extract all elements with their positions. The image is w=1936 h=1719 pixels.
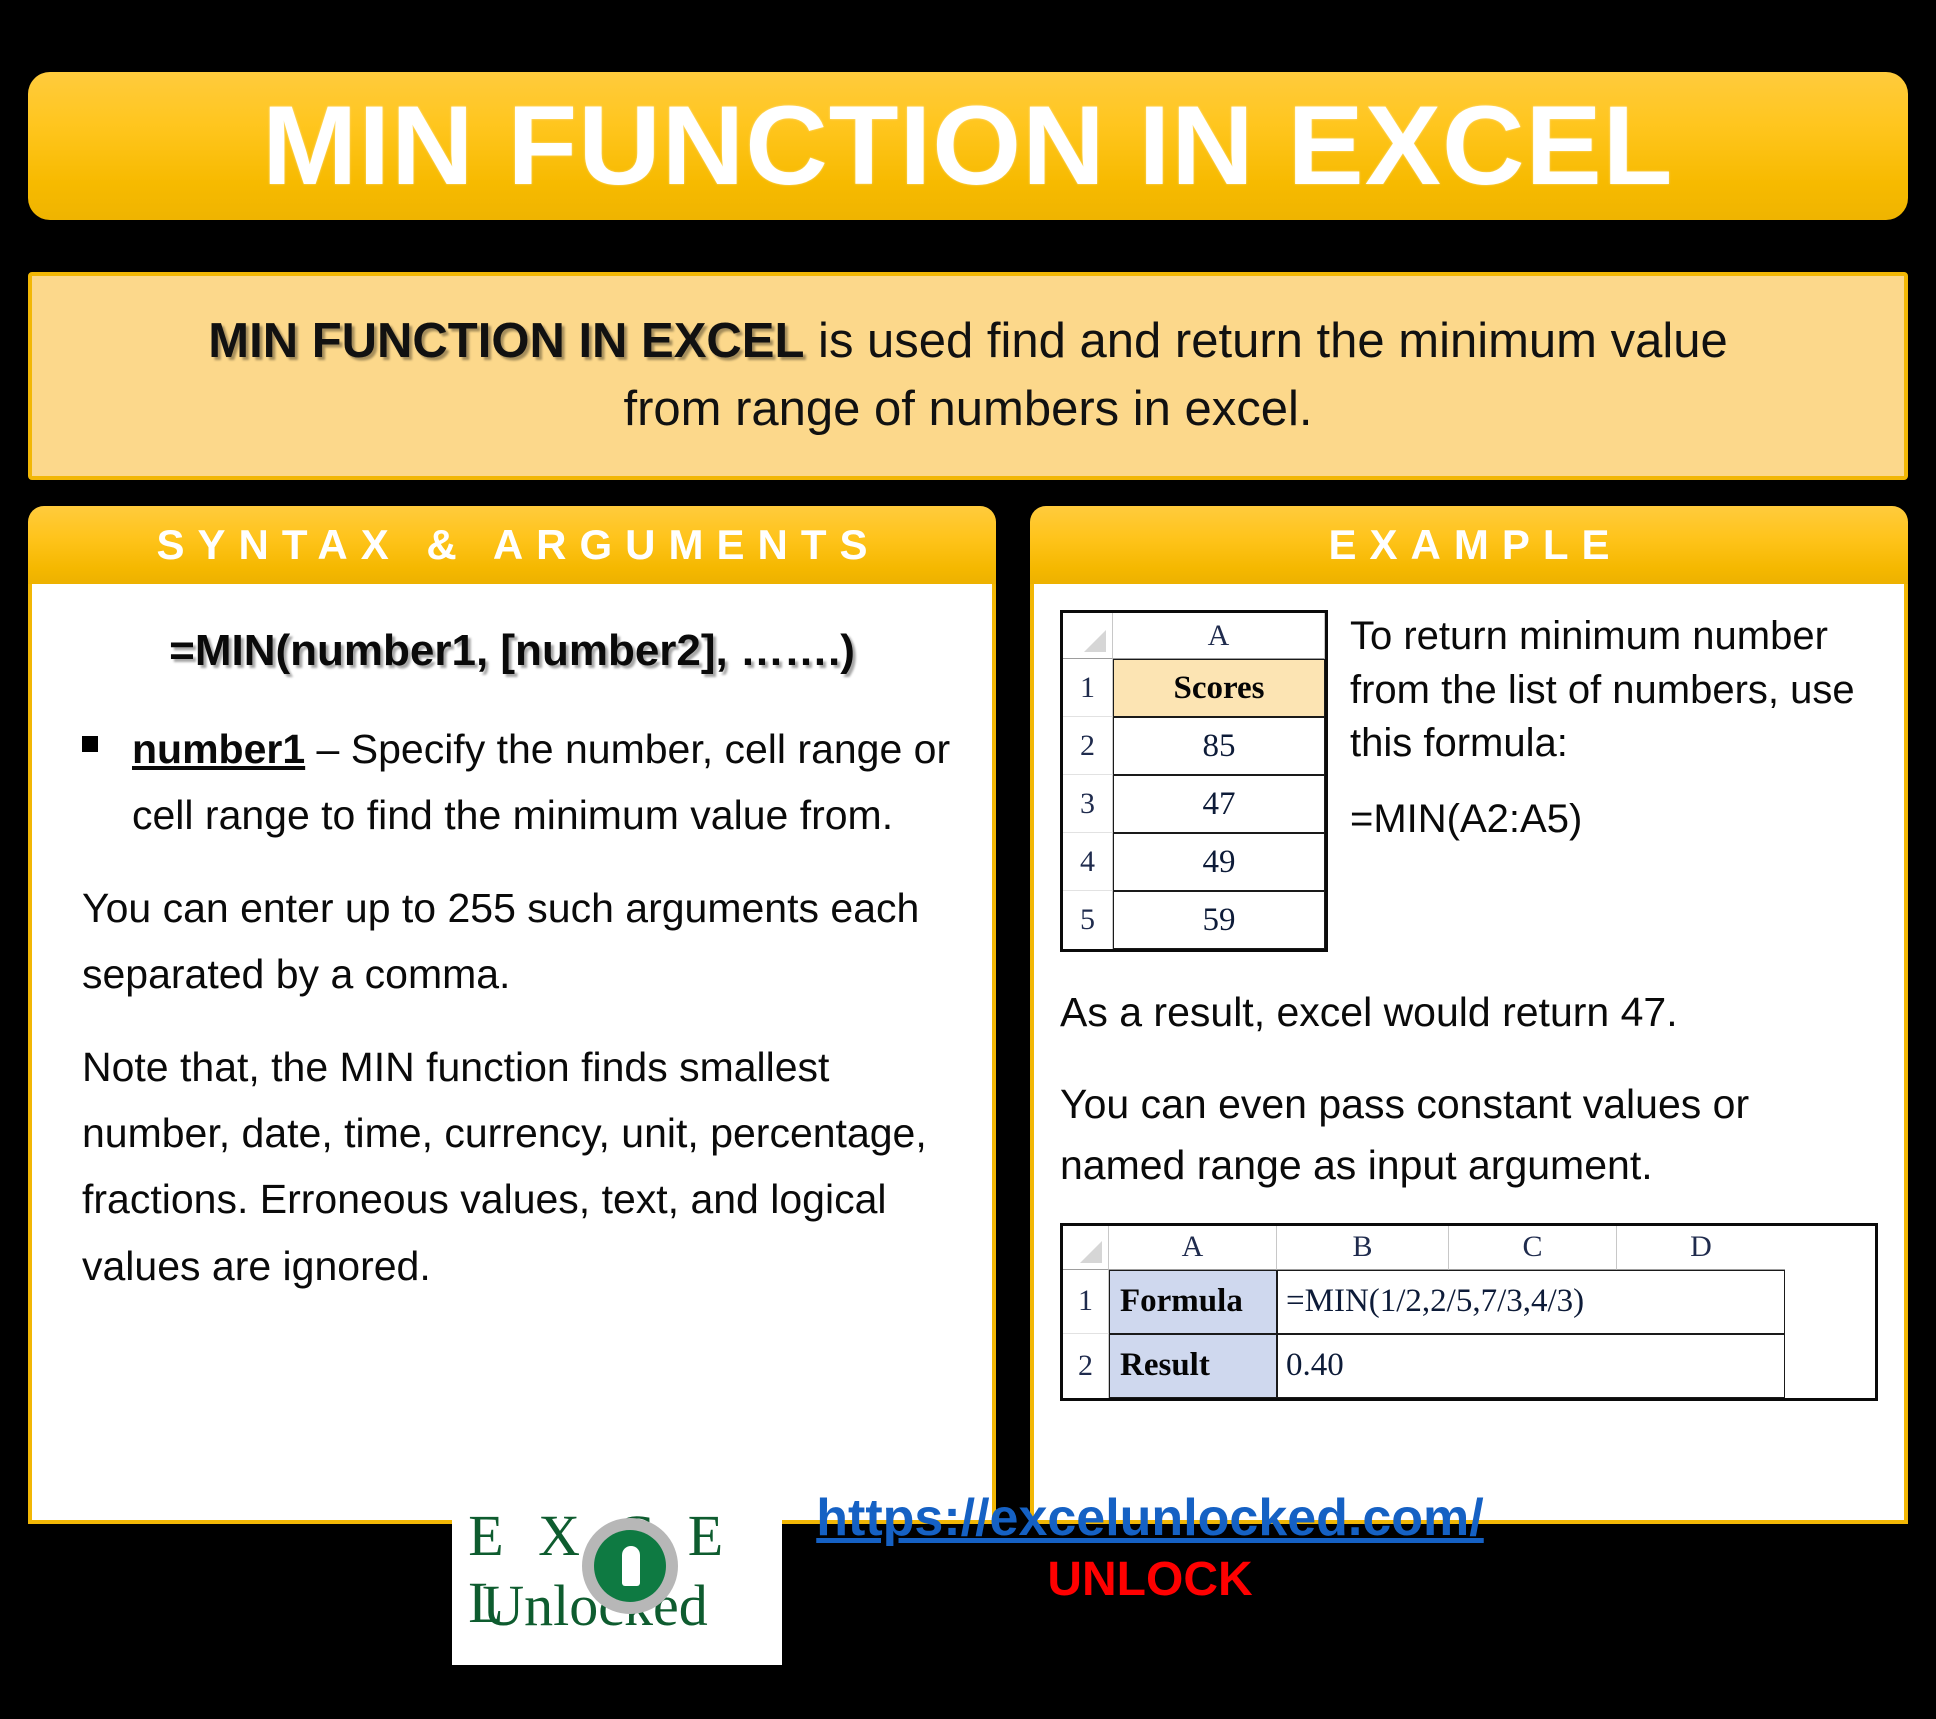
website-url-link[interactable]: https://excelunlocked.com/ [816, 1488, 1484, 1548]
footer-links: https://excelunlocked.com/ UNLOCK [816, 1480, 1484, 1607]
example-intro-text: To return minimum number from the list o… [1350, 614, 1855, 766]
formula-column-header-b[interactable]: B [1277, 1225, 1449, 1270]
formula-column-header-d[interactable]: D [1617, 1225, 1785, 1270]
example-panel-tab-label: EXAMPLE [1328, 521, 1623, 568]
formula-cell-a2[interactable]: Result [1109, 1333, 1277, 1398]
scores-row-header-1[interactable]: 1 [1063, 659, 1113, 717]
formula-row: 2 Result 0.40 [1063, 1333, 1875, 1398]
keyhole-icon [622, 1546, 641, 1586]
corner-triangle-icon [1084, 630, 1106, 652]
argument-keyword: number1 [132, 726, 306, 772]
formula-cell-b1[interactable]: =MIN(1/2,2/5,7/3,4/3) [1277, 1269, 1785, 1334]
example-panel: EXAMPLE A 1 Scores 2 85 3 47 4 49 5 59 T… [1030, 506, 1908, 1524]
argument-bullet-text: number1 – Specify the number, cell range… [132, 716, 958, 849]
subtitle-line-2: from range of numbers in excel. [623, 382, 1313, 436]
subtitle-box: MIN FUNCTION IN EXCEL is used find and r… [28, 272, 1908, 480]
syntax-panel-tab: SYNTAX & ARGUMENTS [28, 506, 996, 584]
subtitle-line-1: MIN FUNCTION IN EXCEL is used find and r… [208, 308, 1727, 376]
formula-cell-a1[interactable]: Formula [1109, 1269, 1277, 1334]
syntax-panel-body: =MIN(number1, [number2], …….) number1 – … [28, 584, 996, 1524]
scores-cell-a1[interactable]: Scores [1113, 659, 1325, 717]
scores-header-row: A [1063, 613, 1325, 659]
example-panel-body: A 1 Scores 2 85 3 47 4 49 5 59 To return… [1030, 584, 1908, 1524]
syntax-panel: SYNTAX & ARGUMENTS =MIN(number1, [number… [28, 506, 996, 1524]
scores-row-header-5[interactable]: 5 [1063, 891, 1113, 949]
infographic-page: MIN FUNCTION IN EXCEL MIN FUNCTION IN EX… [0, 0, 1936, 1719]
square-bullet-icon [82, 736, 98, 752]
syntax-paragraph-2: Note that, the MIN function finds smalle… [82, 1043, 927, 1289]
scores-cell-a4[interactable]: 49 [1113, 833, 1325, 891]
select-all-corner-icon[interactable] [1063, 1225, 1109, 1270]
example-intro-block: To return minimum number from the list o… [1350, 610, 1878, 842]
title-banner: MIN FUNCTION IN EXCEL [28, 72, 1908, 220]
scores-cell-a2[interactable]: 85 [1113, 717, 1325, 775]
example-top-row: A 1 Scores 2 85 3 47 4 49 5 59 To return… [1060, 610, 1878, 952]
example-result-text: As a result, excel would return 47. [1060, 989, 1678, 1035]
subtitle-strong: MIN FUNCTION IN EXCEL [208, 314, 805, 369]
corner-triangle-icon [1080, 1240, 1102, 1263]
scores-row: 3 47 [1063, 775, 1325, 833]
scores-cell-a3[interactable]: 47 [1113, 775, 1325, 833]
scores-row-header-2[interactable]: 2 [1063, 717, 1113, 775]
subtitle-rest: is used find and return the minimum valu… [804, 314, 1728, 369]
formula-column-header-a[interactable]: A [1109, 1225, 1277, 1270]
syntax-paragraph-1: You can enter up to 255 such arguments e… [82, 884, 920, 998]
footer: E X C E L Unlocked https://excelunlocked… [0, 1480, 1936, 1680]
excel-unlocked-logo: E X C E L Unlocked [452, 1480, 783, 1665]
formula-column-header-c[interactable]: C [1449, 1225, 1617, 1270]
example-panel-tab: EXAMPLE [1030, 506, 1908, 584]
formula-spreadsheet: A B C D 1 Formula =MIN(1/2,2/5,7/3,4/3) … [1060, 1222, 1878, 1401]
scores-row-header-3[interactable]: 3 [1063, 775, 1113, 833]
example-formula: =MIN(A2:A5) [1350, 796, 1583, 841]
scores-row: 4 49 [1063, 833, 1325, 891]
example-constants-text: You can even pass constant values or nam… [1060, 1080, 1750, 1189]
syntax-panel-tab-label: SYNTAX & ARGUMENTS [156, 521, 881, 568]
syntax-formula: =MIN(number1, [number2], …….) [169, 626, 855, 675]
scores-row: 5 59 [1063, 891, 1325, 949]
select-all-corner-icon[interactable] [1063, 613, 1113, 659]
unlock-label: UNLOCK [1047, 1553, 1253, 1606]
formula-row-header-1[interactable]: 1 [1063, 1269, 1109, 1334]
scores-column-header-a[interactable]: A [1113, 613, 1325, 659]
scores-row-header-4[interactable]: 4 [1063, 833, 1113, 891]
scores-cell-a5[interactable]: 59 [1113, 891, 1325, 949]
formula-row: 1 Formula =MIN(1/2,2/5,7/3,4/3) [1063, 1269, 1875, 1334]
page-title: MIN FUNCTION IN EXCEL [262, 83, 1674, 208]
scores-row: 1 Scores [1063, 659, 1325, 717]
formula-cell-b2[interactable]: 0.40 [1277, 1333, 1785, 1398]
argument-bullet-item: number1 – Specify the number, cell range… [66, 716, 958, 849]
formula-header-row: A B C D [1063, 1225, 1875, 1270]
scores-row: 2 85 [1063, 717, 1325, 775]
formula-row-header-2[interactable]: 2 [1063, 1333, 1109, 1398]
scores-spreadsheet: A 1 Scores 2 85 3 47 4 49 5 59 [1060, 610, 1328, 952]
